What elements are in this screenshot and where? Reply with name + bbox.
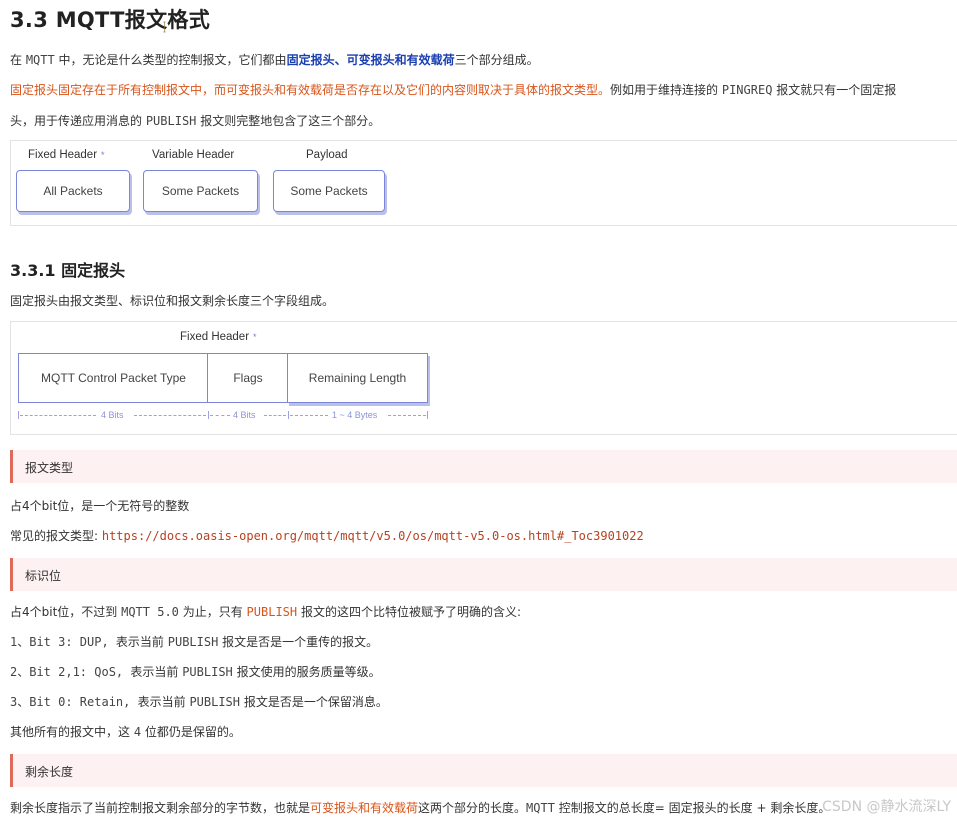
callout-remaining-length: 剩余长度 bbox=[10, 754, 957, 787]
text-cursor-icon bbox=[163, 21, 166, 33]
variable-header-label: Variable Header bbox=[152, 149, 235, 161]
intro-paragraph: 在 MQTT 中，无论是什么类型的控制报文，它们都由固定报头、可变报头和有效载荷… bbox=[10, 53, 539, 67]
reserved-line: 其他所有的报文中，这 4 位都仍是保留的。 bbox=[10, 725, 241, 739]
dimension-line bbox=[264, 415, 286, 416]
variable-some-packets-box: Some Packets bbox=[143, 170, 258, 212]
dimension-line bbox=[210, 415, 230, 416]
fixed-header-fields: MQTT Control Packet Type Flags Remaining… bbox=[18, 353, 428, 403]
dimension-line bbox=[290, 415, 328, 416]
fixed-header-intro: 固定报头由报文类型、标识位和报文剩余长度三个字段组成。 bbox=[10, 294, 335, 308]
para2-line2: 头，用于传递应用消息的 PUBLISH 报文则完整地包含了这三个部分。 bbox=[10, 114, 381, 128]
flags-cell: Flags bbox=[207, 353, 289, 403]
common-types-line: 常见的报文类型: https://docs.oasis-open.org/mqt… bbox=[10, 529, 644, 543]
spec-link[interactable]: https://docs.oasis-open.org/mqtt/mqtt/v5… bbox=[102, 529, 644, 543]
flags-description: 占4个bit位，不过到 MQTT 5.0 为止，只有 PUBLISH 报文的这四… bbox=[10, 605, 521, 619]
para2-orange: 固定报头固定存在于所有控制报文中，而可变报头和有效载荷是否存在以及它们的内容则取… bbox=[10, 83, 611, 97]
csdn-watermark: CSDN @静水流深LY bbox=[822, 799, 951, 815]
bit21-line: 2、Bit 2,1: QoS, 表示当前 PUBLISH 报文使用的服务质量等级… bbox=[10, 665, 381, 679]
intro-highlight: 固定报头、可变报头和有效载荷 bbox=[286, 53, 455, 67]
dimension-tick bbox=[18, 411, 19, 419]
dimension-line bbox=[20, 415, 96, 416]
type-description: 占4个bit位，是一个无符号的整数 bbox=[10, 499, 190, 513]
remaining-description: 剩余长度指示了当前控制报文剩余部分的字节数，也就是可变报头和有效载荷这两个部分的… bbox=[10, 801, 831, 815]
dimension-line bbox=[388, 415, 426, 416]
callout-flags: 标识位 bbox=[10, 558, 957, 591]
remaining-length-cell: Remaining Length bbox=[287, 353, 428, 403]
section-title: 3.3 MQTT报文格式 bbox=[10, 8, 210, 32]
bit0-line: 3、Bit 0: Retain, 表示当前 PUBLISH 报文是否是一个保留消… bbox=[10, 695, 388, 709]
para2-line1: 固定报头固定存在于所有控制报文中，而可变报头和有效载荷是否存在以及它们的内容则取… bbox=[10, 83, 897, 97]
payload-some-packets-box: Some Packets bbox=[273, 170, 385, 212]
payload-label: Payload bbox=[306, 149, 348, 161]
bit3-line: 1、Bit 3: DUP, 表示当前 PUBLISH 报文是否是一个重传的报文。 bbox=[10, 635, 379, 649]
type-bits-label: 4 Bits bbox=[101, 410, 124, 420]
dimension-line bbox=[134, 415, 206, 416]
callout-packet-type: 报文类型 bbox=[10, 450, 957, 483]
dimension-tick bbox=[208, 411, 209, 419]
dimension-tick bbox=[427, 411, 428, 419]
dimension-tick bbox=[288, 411, 289, 419]
packet-type-cell: MQTT Control Packet Type bbox=[18, 353, 209, 403]
fixed-header-label: Fixed Header * bbox=[28, 149, 105, 161]
flags-bits-label: 4 Bits bbox=[233, 410, 256, 420]
fixed-header-diagram-title: Fixed Header * bbox=[180, 331, 257, 343]
subsection-title: 3.3.1 固定报头 bbox=[10, 261, 126, 280]
length-bytes-label: 1 ~ 4 Bytes bbox=[332, 410, 378, 420]
all-packets-box: All Packets bbox=[16, 170, 130, 212]
